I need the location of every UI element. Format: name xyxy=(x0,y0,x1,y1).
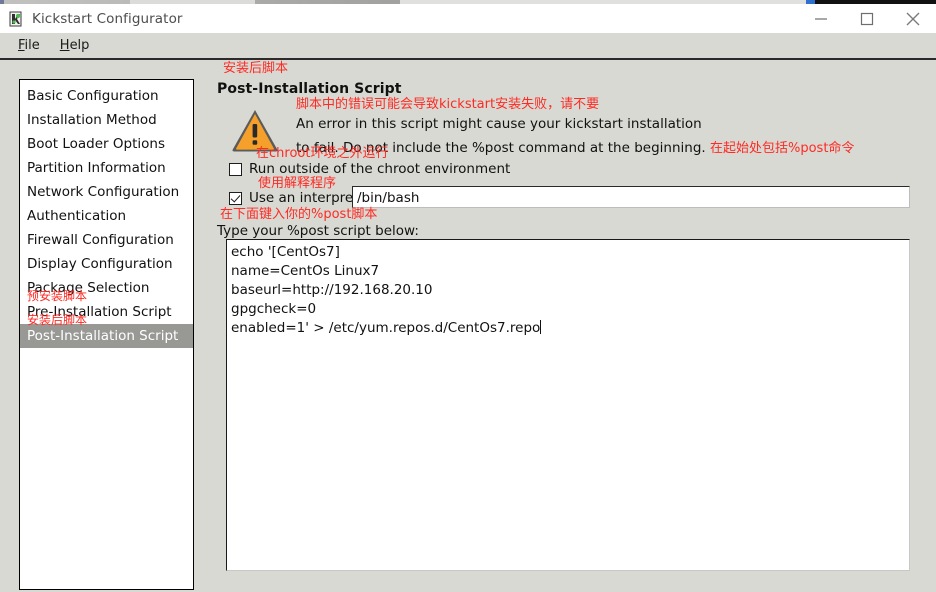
sidebar-item-label: Basic Configuration xyxy=(27,88,159,104)
chroot-checkbox[interactable] xyxy=(229,162,242,176)
sidebar-item-label: Authentication xyxy=(27,208,127,224)
sidebar-item-basic-configuration[interactable]: Basic Configuration xyxy=(20,84,193,108)
interpreter-input[interactable]: /bin/bash xyxy=(352,186,910,208)
sidebar-item-label: Boot Loader Options xyxy=(27,136,165,152)
sidebar-item-label: Firewall Configuration xyxy=(27,232,174,248)
script-line: gpgcheck=0 xyxy=(231,301,317,317)
interpreter-checkbox[interactable] xyxy=(229,191,242,205)
sidebar-item-boot-loader-options[interactable]: Boot Loader Options xyxy=(20,132,193,156)
menubar: File Help xyxy=(0,33,936,58)
chroot-checkbox-row[interactable]: Run outside of the chroot environment xyxy=(229,161,510,177)
script-line: enabled=1' > /etc/yum.repos.d/CentOs7.re… xyxy=(231,320,542,336)
menu-help-rest: elp xyxy=(69,38,90,53)
chroot-checkbox-annotation: 在chroot环境之外运行 xyxy=(256,146,389,161)
sidebar-item-label: Partition Information xyxy=(27,160,166,176)
sidebar-item-label: Display Configuration xyxy=(27,256,173,272)
script-line: baseurl=http://192.168.20.10 xyxy=(231,282,433,298)
text-caret xyxy=(540,320,542,334)
script-label: Type your %post script below: xyxy=(217,223,419,239)
script-line: echo '[CentOs7] xyxy=(231,244,340,260)
interpreter-checkbox-annotation: 使用解释程序 xyxy=(258,176,337,191)
script-content: echo '[CentOs7] name=CentOs Linux7 baseurl… xyxy=(231,243,909,338)
close-icon[interactable] xyxy=(890,4,936,33)
script-label-annotation: 在下面键入你的%post脚本 xyxy=(220,207,378,222)
sidebar-item-installation-method[interactable]: Installation Method xyxy=(20,108,193,132)
sidebar-item-post-installation-script[interactable]: 安装后脚本 Post-Installation Script xyxy=(20,314,193,348)
sidebar-item-partition-information[interactable]: Partition Information xyxy=(20,156,193,180)
sidebar-item-label: Package Selection xyxy=(27,280,150,296)
kickstart-icon xyxy=(8,11,24,27)
page-title: Post-Installation Script xyxy=(217,81,402,97)
maximize-icon[interactable] xyxy=(844,4,890,33)
sidebar-item-label: Post-Installation Script xyxy=(27,328,179,344)
warning-text-line1: An error in this script might cause your… xyxy=(296,116,702,132)
script-textarea[interactable]: echo '[CentOs7] name=CentOs Linux7 baseurl… xyxy=(226,239,910,571)
sidebar-item-label: Installation Method xyxy=(27,112,157,128)
window-titlebar: Kickstart Configurator xyxy=(0,4,936,33)
warning-annotation-top: 脚本中的错误可能会导致kickstart安装失败，请不要 xyxy=(296,97,600,112)
category-list-items: Basic Configuration Installation Method Bo… xyxy=(20,80,193,348)
workspace: Basic Configuration Installation Method Bo… xyxy=(0,60,936,592)
post-installation-panel: 安装后脚本 Post-Installation Script 脚本中的错误可能会… xyxy=(216,60,916,592)
panel-top-annotation: 安装后脚本 xyxy=(223,61,289,76)
menu-help-mnemonic: H xyxy=(59,38,70,53)
script-line: name=CentOs Linux7 xyxy=(231,263,380,279)
category-list[interactable]: Basic Configuration Installation Method Bo… xyxy=(19,79,194,590)
window-title: Kickstart Configurator xyxy=(32,10,183,27)
menu-help[interactable]: Help xyxy=(50,35,100,56)
window-controls xyxy=(798,4,936,33)
sidebar-item-display-configuration[interactable]: Display Configuration xyxy=(20,252,193,276)
sidebar-item-firewall-configuration[interactable]: Firewall Configuration xyxy=(20,228,193,252)
chroot-checkbox-label: Run outside of the chroot environment xyxy=(249,161,511,177)
menu-file-rest: ile xyxy=(24,38,40,53)
warning-line2-annotation: 在起始处包括%post命令 xyxy=(709,141,855,156)
sidebar-item-authentication[interactable]: Authentication xyxy=(20,204,193,228)
sidebar-item-package-selection[interactable]: Package Selection xyxy=(20,276,193,300)
sidebar-item-pre-installation-script[interactable]: 预安装脚本 Pre-Installation Script xyxy=(20,290,193,324)
menu-file[interactable]: File xyxy=(8,35,50,56)
sidebar-item-network-configuration[interactable]: Network Configuration xyxy=(20,180,193,204)
sidebar-item-label: Network Configuration xyxy=(27,184,180,200)
minimize-icon[interactable] xyxy=(798,4,844,33)
sidebar-item-label: Pre-Installation Script xyxy=(27,304,172,320)
